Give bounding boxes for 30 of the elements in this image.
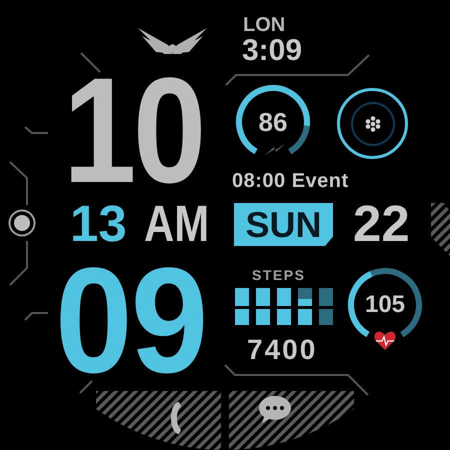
minute-digits: 09	[55, 263, 206, 377]
city-label: LON	[243, 15, 286, 35]
bezel-line	[24, 126, 48, 134]
bezel-line	[9, 161, 28, 205]
chat-icon	[259, 396, 291, 423]
battery-value: 86	[258, 109, 288, 135]
steps-label: STEPS	[252, 268, 306, 282]
bezel-line	[9, 241, 28, 286]
phone-button[interactable]	[96, 391, 221, 450]
lightning-icon	[265, 144, 285, 155]
bezel-line	[24, 312, 48, 321]
heart-icon	[374, 331, 396, 350]
phone-icon	[171, 402, 181, 434]
indicator-icon	[8, 209, 36, 237]
am-pm-label: AM	[144, 198, 210, 249]
event-text: 08:00 Event	[232, 171, 349, 191]
heart-rate-value: 105	[364, 293, 406, 317]
bezel-line	[79, 380, 93, 394]
day-digits: 22	[353, 198, 410, 249]
messages-button[interactable]	[229, 391, 354, 450]
hour-digits: 10	[63, 73, 203, 187]
weekday-badge: SUN	[234, 203, 333, 246]
app-launcher-button[interactable]	[337, 88, 408, 159]
hatched-band	[431, 203, 450, 256]
world-time: 3:09	[242, 36, 302, 66]
seconds-digits: 13	[70, 198, 127, 249]
dots-icon	[364, 116, 380, 132]
bezel-line	[80, 52, 101, 73]
wings-logo-icon	[138, 28, 207, 56]
steps-count: 7400	[247, 336, 318, 364]
